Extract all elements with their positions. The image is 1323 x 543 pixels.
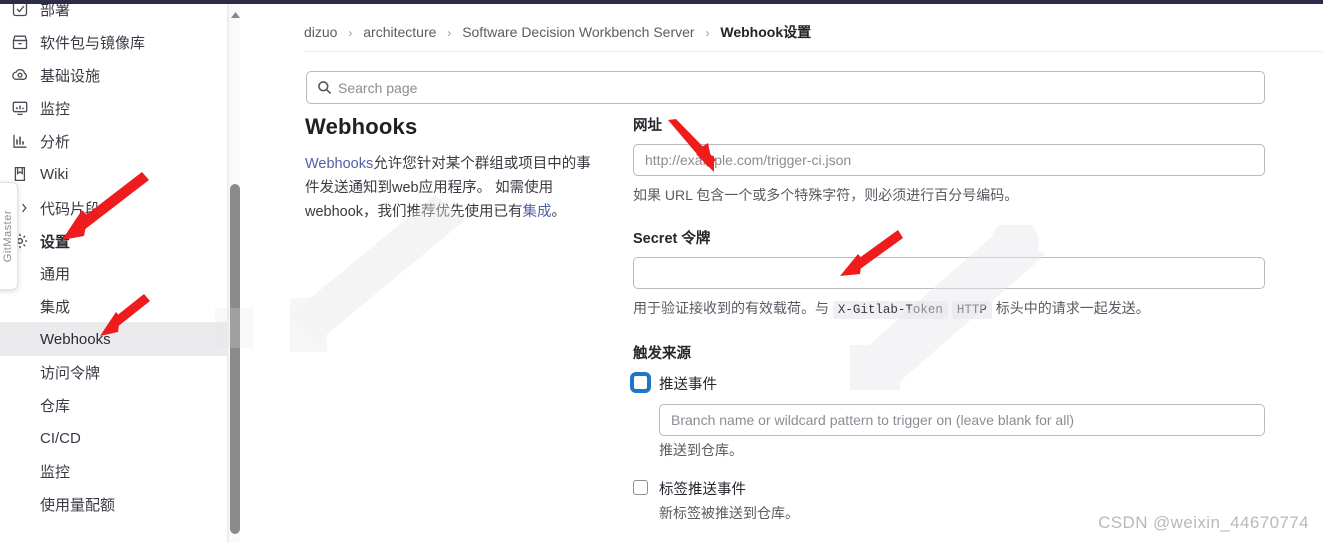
trigger-tag-push-events-row[interactable]: 标签推送事件	[633, 478, 1265, 499]
secret-input[interactable]	[633, 257, 1265, 289]
deploy-icon	[8, 4, 32, 21]
sidebar-scrollbar[interactable]	[228, 4, 240, 543]
sidebar-item-label: 设置	[40, 233, 71, 251]
trigger-push-events-label: 推送事件	[659, 377, 717, 393]
sidebar-item-label: 基础设施	[40, 67, 101, 85]
trigger-group-label: 触发来源	[633, 346, 691, 362]
sidebar-item-cicd[interactable]: CI/CD	[0, 421, 227, 455]
sidebar-item-label: 集成	[40, 298, 71, 316]
sidebar-item-label: 软件包与镜像库	[40, 34, 146, 52]
package-icon	[8, 30, 32, 54]
sidebar: 部署 软件包与镜像库 基础设施 监控 分析 Wiki 代码片段 设置 通用 集成…	[0, 4, 228, 543]
breadcrumb-divider	[304, 51, 1323, 52]
search-placeholder: Search page	[338, 79, 418, 96]
secret-help-before: 用于验证接收到的有效载荷。与	[633, 300, 829, 316]
sidebar-item-label: 访问令牌	[40, 364, 101, 382]
breadcrumb-item-project[interactable]: Software Decision Workbench Server	[462, 24, 694, 40]
sidebar-item-label: CI/CD	[40, 429, 81, 447]
breadcrumb-separator-icon: ›	[447, 26, 452, 40]
secret-help-code-http: HTTP	[951, 301, 992, 319]
url-field-help: 如果 URL 包含一个或多个特殊字符，则必须进行百分号编码。	[633, 187, 1019, 203]
sidebar-item-label: 分析	[40, 133, 71, 151]
sidebar-item-infrastructure[interactable]: 基础设施	[0, 58, 227, 92]
breadcrumb-item-subgroup[interactable]: architecture	[363, 24, 436, 40]
sidebar-item-label: 部署	[40, 4, 71, 19]
scroll-up-arrow-icon[interactable]	[229, 10, 241, 20]
sidebar-item-general[interactable]: 通用	[0, 256, 227, 290]
trigger-tag-push-events-label: 标签推送事件	[659, 482, 746, 498]
sidebar-item-integrations[interactable]: 集成	[0, 289, 227, 323]
sidebar-item-label: 通用	[40, 265, 71, 283]
sidebar-item-monitor[interactable]: 监控	[0, 91, 227, 125]
sidebar-item-usage-quotas[interactable]: 使用量配额	[0, 487, 227, 521]
trigger-push-events-checkbox[interactable]	[633, 375, 648, 390]
sidebar-item-label: 监控	[40, 463, 71, 481]
monitor-icon	[8, 96, 32, 120]
description-text-part-2: 。	[551, 204, 567, 220]
sidebar-item-repository[interactable]: 仓库	[0, 388, 227, 422]
breadcrumb-separator-icon: ›	[705, 26, 710, 40]
trigger-push-events-row[interactable]: 推送事件	[633, 373, 1265, 394]
sidebar-item-access-tokens[interactable]: 访问令牌	[0, 355, 227, 389]
sidebar-item-monitoring[interactable]: 监控	[0, 454, 227, 488]
sidebar-item-settings[interactable]: 设置	[0, 224, 227, 258]
secret-field-help: 用于验证接收到的有效载荷。与 X-Gitlab-Token HTTP 标头中的请…	[633, 298, 1265, 320]
sidebar-item-deploy[interactable]: 部署	[0, 4, 227, 26]
analytics-icon	[8, 129, 32, 153]
sidebar-item-label: 使用量配额	[40, 496, 116, 514]
csdn-watermark: CSDN @weixin_44670774	[1098, 513, 1309, 532]
trigger-push-events-help: 推送到仓库。	[659, 442, 743, 458]
integrations-link[interactable]: 集成	[523, 204, 552, 220]
section-description-text: Webhooks允许您针对某个群组或项目中的事件发送通知到web应用程序。 如需…	[305, 152, 605, 224]
sidebar-item-snippets[interactable]: 代码片段	[0, 191, 227, 225]
url-input-placeholder: http://example.com/trigger-ci.json	[645, 152, 852, 168]
webhooks-doc-link[interactable]: Webhooks	[305, 156, 373, 172]
gitmaster-floating-tab[interactable]: GitMaster	[0, 182, 18, 290]
sidebar-item-label: 代码片段	[40, 200, 101, 218]
sidebar-item-packages[interactable]: 软件包与镜像库	[0, 25, 227, 59]
sidebar-item-webhooks[interactable]: Webhooks	[0, 322, 227, 356]
secret-help-code-token: X-Gitlab-Token	[832, 301, 948, 319]
push-events-branch-input[interactable]: Branch name or wildcard pattern to trigg…	[659, 404, 1265, 436]
url-field-label: 网址	[633, 118, 662, 134]
breadcrumb-item-current: Webhook设置	[720, 24, 812, 40]
sidebar-item-label: 监控	[40, 100, 71, 118]
infrastructure-icon	[8, 63, 32, 87]
push-events-branch-placeholder: Branch name or wildcard pattern to trigg…	[671, 412, 1075, 428]
webhook-form: 网址 http://example.com/trigger-ci.json 如果…	[633, 114, 1265, 543]
breadcrumb-separator-icon: ›	[348, 26, 353, 40]
breadcrumb-item-group[interactable]: dizuo	[304, 24, 337, 40]
url-input[interactable]: http://example.com/trigger-ci.json	[633, 144, 1265, 176]
breadcrumb: dizuo › architecture › Software Decision…	[304, 22, 811, 42]
sidebar-item-wiki[interactable]: Wiki	[0, 157, 227, 191]
sidebar-item-label: Wiki	[40, 165, 69, 183]
search-icon	[317, 80, 332, 95]
sidebar-item-label: Webhooks	[40, 330, 111, 348]
gitmaster-label: GitMaster	[1, 209, 14, 263]
trigger-tag-push-events-checkbox[interactable]	[633, 480, 648, 495]
sidebar-item-label: 仓库	[40, 397, 71, 415]
scrollbar-thumb[interactable]	[230, 184, 240, 534]
secret-help-after: 标头中的请求一起发送。	[995, 300, 1150, 316]
section-description: Webhooks Webhooks允许您针对某个群组或项目中的事件发送通知到we…	[305, 114, 605, 224]
sidebar-item-analytics[interactable]: 分析	[0, 124, 227, 158]
secret-field-label: Secret 令牌	[633, 231, 711, 247]
main-content: dizuo › architecture › Software Decision…	[241, 4, 1323, 543]
search-input[interactable]: Search page	[306, 71, 1265, 104]
page-title: Webhooks	[305, 114, 418, 139]
